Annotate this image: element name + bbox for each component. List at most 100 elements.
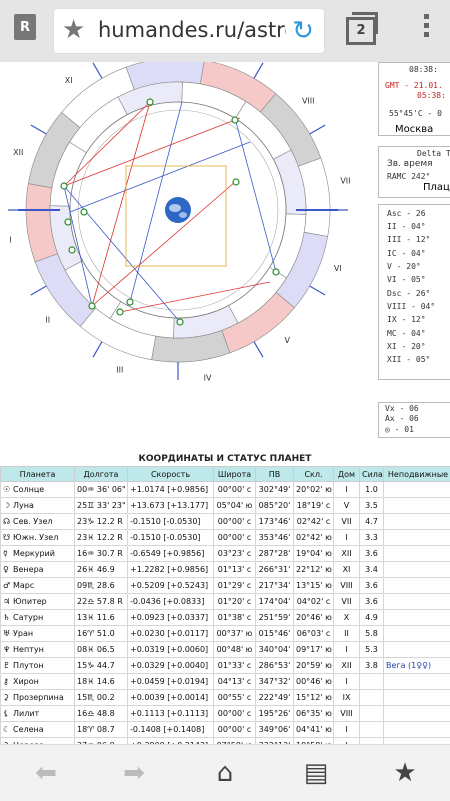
planet-name-cell: ☊Сев. Узел	[1, 514, 75, 530]
fixed-stars-cell	[384, 594, 450, 610]
speed-cell: +0.5209 [+0.5243]	[128, 578, 214, 594]
overflow-menu-icon[interactable]	[424, 14, 430, 41]
planet-label: Нептун	[13, 645, 44, 654]
latitude-cell: 01°13' с	[214, 562, 256, 578]
planet-label: Уран	[13, 629, 33, 638]
tab-switcher-button[interactable]: 2	[346, 17, 376, 45]
house-number-label: I	[9, 236, 11, 245]
house-number-label: VII	[340, 176, 350, 185]
house-cell: VII	[334, 594, 360, 610]
fixed-stars-cell	[384, 706, 450, 722]
house-cusp-line	[310, 125, 326, 134]
address-bar[interactable]: ★ humandes.ru/astro ↻	[54, 9, 324, 53]
planet-marker	[61, 183, 67, 189]
bookmark-star-icon[interactable]: ★	[385, 755, 425, 791]
longitude-cell: 18♈ 08.7	[75, 722, 128, 738]
house-system: Плаци	[423, 182, 450, 193]
speed-cell: +1.0174 [+0.9856]	[128, 482, 214, 498]
latitude-cell: 00°00' с	[214, 530, 256, 546]
planet-marker	[233, 179, 239, 185]
house-cell: VIII	[334, 578, 360, 594]
home-icon[interactable]: ⌂	[205, 755, 245, 791]
forward-arrow-icon[interactable]: ➡	[114, 755, 154, 791]
speed-cell: +1.2282 [+0.9856]	[128, 562, 214, 578]
table-row: ☋Южн. Узел23♓ 12.2 R-0.1510 [-0.0530]00°…	[1, 530, 450, 546]
declination-cell: 13°15' ю	[294, 578, 334, 594]
right-ascension-cell: 015°46'	[256, 626, 294, 642]
planet-label: Лилит	[13, 709, 39, 718]
declination-cell: 00°46' ю	[294, 674, 334, 690]
speed-cell: +0.0230 [+0.0117]	[128, 626, 214, 642]
delta-t: Delta T 83	[417, 149, 450, 158]
planet-name-cell: ☿Меркурий	[1, 546, 75, 562]
house-cusp-line	[310, 286, 326, 295]
speed-cell: -0.1408 [+0.1408]	[128, 722, 214, 738]
house-cusp: MC - 04°	[387, 329, 426, 338]
time-info-box: 08:38: GMT - 21.01. 05:38: 55°45'C - 0 М…	[378, 62, 450, 136]
power-cell: 3.6	[360, 594, 384, 610]
reload-icon[interactable]: ↻	[286, 14, 320, 48]
house-number-label: VI	[334, 264, 342, 273]
power-cell: 3.3	[360, 530, 384, 546]
planet-name-cell: ♇Плутон	[1, 658, 75, 674]
declination-cell: 20°46' ю	[294, 610, 334, 626]
planet-name-cell: ♂Марс	[1, 578, 75, 594]
longitude-cell: 13♓ 11.6	[75, 610, 128, 626]
natal-chart-wheel: IIIIIIIVVVIVIIVIIIIXXXIXII	[0, 62, 378, 392]
house-cell: I	[334, 642, 360, 658]
latitude-cell: 05°04' ю	[214, 498, 256, 514]
speed-cell: +0.0459 [+0.0194]	[128, 674, 214, 690]
table-row: ♂Марс09♏ 28.6+0.5209 [+0.5243]01°29' с21…	[1, 578, 450, 594]
declination-cell: 06°35' ю	[294, 706, 334, 722]
right-ascension-cell: 349°06'	[256, 722, 294, 738]
planet-glyph-icon: ♇	[3, 661, 13, 670]
vertex-point: Vx - 06	[385, 404, 419, 413]
back-arrow-icon[interactable]: ⬅	[26, 755, 66, 791]
planet-label: Солнце	[13, 485, 44, 494]
latitude-cell: 00°00' с	[214, 482, 256, 498]
sidereal-time: Зв. время	[387, 159, 433, 169]
fixed-stars-cell	[384, 642, 450, 658]
house-cusp: VIII - 04°	[387, 302, 435, 311]
planet-glyph-icon: ☾	[3, 725, 13, 734]
declination-cell: 06°03' с	[294, 626, 334, 642]
latitude-cell: 01°20' с	[214, 594, 256, 610]
house-cell: I	[334, 674, 360, 690]
planet-marker	[273, 269, 279, 275]
power-cell: 5.3	[360, 642, 384, 658]
planet-glyph-icon: ☊	[3, 517, 13, 526]
power-cell: 3.6	[360, 578, 384, 594]
right-ascension-cell: 222°49'	[256, 690, 294, 706]
points-box: Vx - 06 Ax - 06 ◎ - 01	[378, 402, 450, 438]
power-cell	[360, 722, 384, 738]
web-content: IIIIIIIVVVIVIIVIIIIXXXIXII 08:38: GMT - …	[0, 62, 450, 754]
planet-coordinates-table: Планета Долгота Скорость Широта ПВ Скл. …	[0, 466, 450, 754]
power-cell: 3.4	[360, 562, 384, 578]
url-text[interactable]: humandes.ru/astro	[98, 18, 297, 42]
globe-continent	[169, 204, 181, 212]
tab-favicon-button[interactable]: R	[14, 14, 36, 40]
longitude-cell: 09♏ 28.6	[75, 578, 128, 594]
planet-glyph-icon: ♂	[3, 581, 13, 590]
bookmark-star-icon[interactable]: ★	[62, 15, 85, 45]
fixed-stars-cell: Вега (1♀♀)	[384, 658, 450, 674]
house-cusp: IC - 04°	[387, 249, 426, 258]
planet-marker	[69, 247, 75, 253]
longitude-cell: 16♈ 51.0	[75, 626, 128, 642]
house-number-label: II	[45, 315, 50, 324]
planet-name-cell: ☉Солнце	[1, 482, 75, 498]
planet-label: Луна	[13, 501, 34, 510]
table-row: ♄Сатурн13♓ 11.6+0.0923 [+0.0337]01°38' с…	[1, 610, 450, 626]
longitude-cell: 15♏ 00.2	[75, 690, 128, 706]
declination-cell: 18°19' с	[294, 498, 334, 514]
fixed-stars-cell	[384, 546, 450, 562]
house-cell: II	[334, 626, 360, 642]
reading-list-icon[interactable]: ▤	[296, 755, 336, 791]
table-row: ♇Плутон15♑ 44.7+0.0329 [+0.0040]01°33' с…	[1, 658, 450, 674]
right-ascension-cell: 195°26'	[256, 706, 294, 722]
fixed-stars-cell	[384, 610, 450, 626]
longitude-cell: 00♒ 36' 06"	[75, 482, 128, 498]
planet-name-cell: ♀Венера	[1, 562, 75, 578]
right-ascension-cell: 085°20'	[256, 498, 294, 514]
declination-cell: 09°17' ю	[294, 642, 334, 658]
